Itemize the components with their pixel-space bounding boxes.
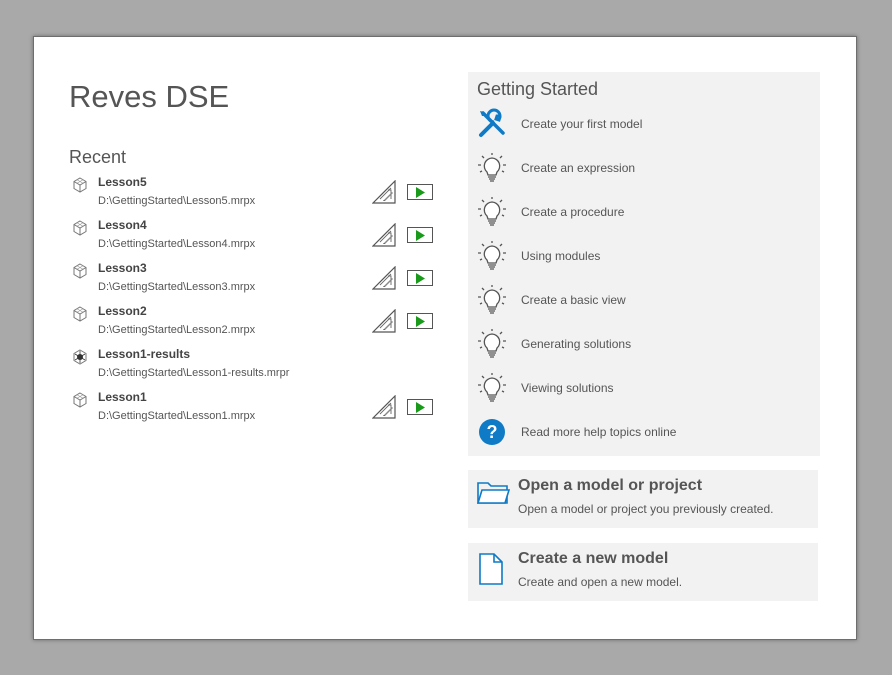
recent-item[interactable]: Lesson4 D:\GettingStarted\Lesson4.mrpx — [72, 217, 442, 260]
getting-started-item-label[interactable]: Read more help topics online — [521, 425, 676, 439]
edit-model-button[interactable] — [371, 394, 397, 419]
getting-started-item-label[interactable]: Create an expression — [521, 161, 635, 175]
edit-model-icon — [371, 265, 397, 294]
getting-started-item[interactable]: Generating solutions — [476, 328, 806, 372]
app-title: Reves DSE — [69, 79, 230, 114]
recent-item-name[interactable]: Lesson1 — [98, 390, 147, 404]
recent-item[interactable]: Lesson2 D:\GettingStarted\Lesson2.mrpx — [72, 303, 442, 346]
edit-model-button[interactable] — [371, 222, 397, 247]
recent-item-path: D:\GettingStarted\Lesson1.mrpx — [98, 410, 256, 422]
lightbulb-icon — [476, 372, 508, 404]
getting-started-item[interactable]: Using modules — [476, 240, 806, 284]
recent-item-name[interactable]: Lesson1-results — [98, 347, 190, 361]
run-model-button[interactable] — [407, 227, 433, 243]
lightbulb-icon — [476, 196, 508, 228]
model-cube-icon — [72, 263, 88, 279]
run-model-button[interactable] — [407, 184, 433, 200]
recent-item[interactable]: Lesson3 D:\GettingStarted\Lesson3.mrpx — [72, 260, 442, 303]
getting-started-item[interactable]: Create a basic view — [476, 284, 806, 328]
getting-started-item-label[interactable]: Create a basic view — [521, 293, 626, 307]
create-model-description: Create and open a new model. — [518, 575, 683, 589]
new-document-icon — [476, 552, 506, 591]
getting-started-item[interactable]: Create a procedure — [476, 196, 806, 240]
recent-item-path: D:\GettingStarted\Lesson4.mrpx — [98, 238, 256, 250]
recent-item[interactable]: Lesson1 D:\GettingStarted\Lesson1.mrpx — [72, 389, 442, 432]
recent-item-path: D:\GettingStarted\Lesson2.mrpx — [98, 324, 256, 336]
create-model-button[interactable]: Create a new model Create and open a new… — [468, 543, 818, 601]
edit-model-icon — [371, 394, 397, 423]
recent-heading: Recent — [69, 147, 127, 167]
open-model-button[interactable]: Open a model or project Open a model or … — [468, 470, 818, 528]
run-model-button[interactable] — [407, 399, 433, 415]
model-cube-icon — [72, 220, 88, 236]
open-model-title: Open a model or project — [518, 477, 703, 494]
run-model-button[interactable] — [407, 270, 433, 286]
model-cube-icon — [72, 392, 88, 408]
recent-item-path: D:\GettingStarted\Lesson3.mrpx — [98, 281, 256, 293]
svg-text:?: ? — [487, 422, 498, 442]
recent-item-name[interactable]: Lesson5 — [98, 175, 147, 189]
edit-model-button[interactable] — [371, 179, 397, 204]
getting-started-item[interactable]: ? Read more help topics online — [476, 416, 806, 460]
getting-started-item-label[interactable]: Viewing solutions — [521, 381, 614, 395]
getting-started-item[interactable]: Create your first model — [476, 108, 806, 152]
lightbulb-icon — [476, 152, 508, 184]
edit-model-icon — [371, 308, 397, 337]
recent-item-name[interactable]: Lesson3 — [98, 261, 147, 275]
wrench-screwdriver-icon — [476, 108, 508, 140]
lightbulb-icon — [476, 240, 508, 272]
results-icon — [72, 349, 88, 365]
create-model-title: Create a new model — [518, 550, 669, 567]
getting-started-panel: Getting Started Create your first model C… — [468, 72, 820, 456]
edit-model-button[interactable] — [371, 308, 397, 333]
getting-started-item[interactable]: Viewing solutions — [476, 372, 806, 416]
recent-item-path: D:\GettingStarted\Lesson5.mrpx — [98, 195, 256, 207]
getting-started-item-label[interactable]: Create your first model — [521, 117, 642, 131]
lightbulb-icon — [476, 328, 508, 360]
recent-list: Lesson5 D:\GettingStarted\Lesson5.mrpx Les… — [72, 174, 442, 432]
getting-started-item-label[interactable]: Generating solutions — [521, 337, 631, 351]
start-dialog: Reves DSE Recent Lesson5 D:\GettingStarte… — [33, 36, 857, 640]
folder-icon — [476, 479, 511, 510]
getting-started-heading: Getting Started — [477, 79, 599, 99]
recent-item-name[interactable]: Lesson4 — [98, 218, 147, 232]
lightbulb-icon — [476, 284, 508, 316]
recent-item[interactable]: Lesson5 D:\GettingStarted\Lesson5.mrpx — [72, 174, 442, 217]
getting-started-list: Create your first model Create an express… — [476, 108, 806, 460]
model-cube-icon — [72, 306, 88, 322]
getting-started-item-label[interactable]: Create a procedure — [521, 205, 624, 219]
model-cube-icon — [72, 177, 88, 193]
edit-model-icon — [371, 222, 397, 251]
help-icon: ? — [476, 416, 508, 448]
edit-model-icon — [371, 179, 397, 208]
recent-item[interactable]: Lesson1-results D:\GettingStarted\Lesson1… — [72, 346, 442, 389]
getting-started-item-label[interactable]: Using modules — [521, 249, 600, 263]
edit-model-button[interactable] — [371, 265, 397, 290]
open-model-description: Open a model or project you previously c… — [518, 502, 774, 516]
recent-item-path: D:\GettingStarted\Lesson1-results.mrpr — [98, 367, 290, 379]
run-model-button[interactable] — [407, 313, 433, 329]
getting-started-item[interactable]: Create an expression — [476, 152, 806, 196]
recent-item-name[interactable]: Lesson2 — [98, 304, 147, 318]
